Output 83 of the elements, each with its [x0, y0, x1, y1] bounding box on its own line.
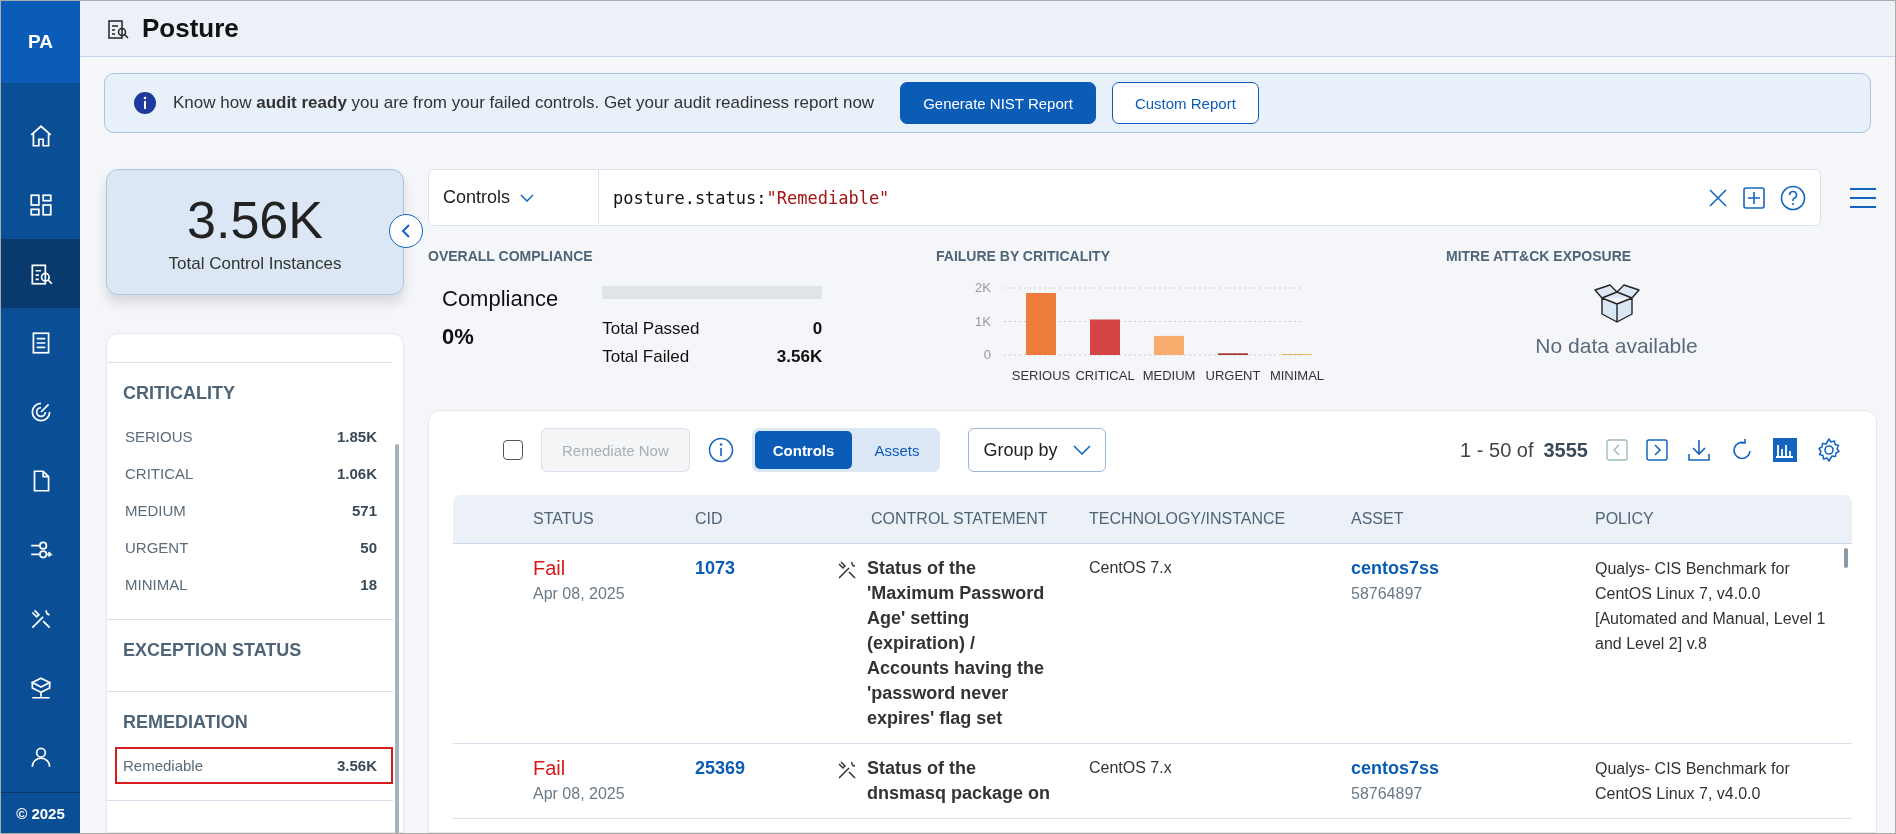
- scrollbar[interactable]: [1844, 548, 1848, 568]
- query-field[interactable]: posture.status:"Remediable": [613, 187, 1694, 208]
- add-icon[interactable]: [1742, 185, 1766, 210]
- filter-item[interactable]: MEDIUM 571: [123, 492, 393, 529]
- status-text: Fail: [533, 756, 567, 780]
- filter-item[interactable]: CRITICAL 1.06K: [123, 455, 393, 492]
- control-statement: Status of the 'Maximum Password Age' setting (expiration) / Accounts having the 'password never expires' flag set: [867, 557, 1046, 730]
- technology-text: CentOS 7.x: [1089, 558, 1173, 578]
- filter-heading: REMEDIATION: [123, 712, 249, 733]
- compliance-value: 0%: [442, 324, 475, 350]
- x-tick-label: URGENT: [1205, 368, 1261, 383]
- report-button[interactable]: Custom Report: [1111, 82, 1259, 124]
- scope-dropdown[interactable]: Controls: [429, 170, 599, 225]
- y-tick-label: 1K: [975, 313, 992, 329]
- report-button[interactable]: Generate NIST Report: [900, 82, 1096, 124]
- menu-icon[interactable]: [1849, 186, 1877, 209]
- collapse-button[interactable]: [389, 214, 423, 248]
- column-chart-icon[interactable]: [1772, 437, 1798, 463]
- status-date: Apr 08, 2025: [533, 784, 626, 804]
- x-tick-label: CRITICAL: [1075, 368, 1135, 383]
- filter-heading: EXCEPTION STATUS: [123, 640, 303, 661]
- section-heading: OVERALL COMPLIANCE: [428, 248, 594, 264]
- x-tick-label: SERIOUS: [1011, 368, 1071, 383]
- chevron-down-icon: [1073, 445, 1092, 455]
- column-header[interactable]: TECHNOLOGY/INSTANCE: [1089, 510, 1351, 528]
- technology-text: CentOS 7.x: [1089, 758, 1173, 778]
- chart-bar: [1090, 319, 1120, 355]
- filter-item[interactable]: URGENT 50: [123, 529, 393, 566]
- section-heading: FAILURE BY CRITICALITY: [936, 248, 1111, 264]
- pagination-total: 3555: [1543, 438, 1588, 462]
- column-header[interactable]: CONTROL STATEMENT: [871, 510, 1089, 528]
- failed-label: Total Failed: [602, 347, 690, 367]
- view-tab[interactable]: Controls: [754, 431, 853, 469]
- download-icon[interactable]: [1686, 437, 1712, 463]
- y-tick-label: 2K: [975, 280, 992, 295]
- column-header[interactable]: POLICY: [1595, 510, 1852, 528]
- control-statement: Status of the dnsmasq package on: [867, 757, 1052, 805]
- failed-value: 3.56K: [776, 347, 823, 367]
- page-title: Posture: [142, 13, 239, 44]
- asset-link[interactable]: centos7ss: [1351, 756, 1595, 780]
- chevron-left-icon: [401, 224, 411, 238]
- select-all-checkbox[interactable]: [503, 440, 523, 460]
- column-header[interactable]: ASSET: [1351, 510, 1595, 528]
- scrollbar[interactable]: [395, 444, 399, 833]
- chevron-down-icon: [520, 193, 535, 202]
- filter-heading: CRITICALITY: [123, 383, 236, 404]
- status-text: Fail: [533, 556, 567, 580]
- asset-id: 58764897: [1351, 584, 1424, 604]
- column-header[interactable]: CID: [695, 510, 871, 528]
- asset-id: 58764897: [1351, 784, 1424, 804]
- filter-item[interactable]: SERIOUS 1.85K: [123, 418, 393, 455]
- summary-label: Total Control Instances: [168, 254, 342, 274]
- passed-label: Total Passed: [602, 319, 700, 339]
- help-icon[interactable]: [1780, 184, 1806, 211]
- x-tick-label: MINIMAL: [1269, 368, 1325, 383]
- section-heading: MITRE ATT&CK EXPOSURE: [1446, 248, 1633, 264]
- status-date: Apr 08, 2025: [533, 584, 626, 604]
- app-logo[interactable]: PA: [1, 1, 80, 83]
- settings-icon[interactable]: [1816, 437, 1842, 463]
- x-tick-label: MEDIUM: [1142, 368, 1196, 383]
- policy-text: Qualys- CIS Benchmark for CentOS Linux 7, v4.0.0 [Automated and Manual, Level 1 and Level 2] v.8: [1595, 559, 1827, 654]
- group-by-dropdown[interactable]: Group by: [968, 428, 1107, 472]
- chart-bar: [1026, 293, 1056, 355]
- pagination-range: 1 - 50 of: [1460, 438, 1534, 462]
- nav-item[interactable]: [1, 239, 80, 308]
- compliance-label: Compliance: [442, 286, 559, 312]
- info-icon: [133, 91, 157, 115]
- banner-text: Know how audit ready you are from your failed controls. Get your audit readiness report now: [173, 93, 875, 113]
- filter-item[interactable]: Remediable 3.56K: [115, 747, 393, 784]
- summary-value: 3.56K: [187, 190, 323, 250]
- asset-link[interactable]: centos7ss: [1351, 556, 1595, 580]
- empty-state-text: No data available: [1535, 334, 1698, 358]
- passed-value: 0: [812, 319, 823, 339]
- chart-bar: [1154, 335, 1184, 355]
- y-tick-label: 0: [983, 347, 991, 362]
- close-icon[interactable]: [1708, 187, 1728, 208]
- info-icon[interactable]: [707, 437, 734, 463]
- view-tab[interactable]: Assets: [856, 431, 938, 469]
- filter-item[interactable]: MINIMAL 18: [123, 566, 393, 603]
- column-header[interactable]: STATUS: [533, 510, 695, 528]
- next-page-icon[interactable]: [1646, 439, 1668, 461]
- dashboard-icon: [27, 191, 54, 218]
- policy-text: Qualys- CIS Benchmark for CentOS Linux 7, v4.0.0: [1595, 759, 1791, 804]
